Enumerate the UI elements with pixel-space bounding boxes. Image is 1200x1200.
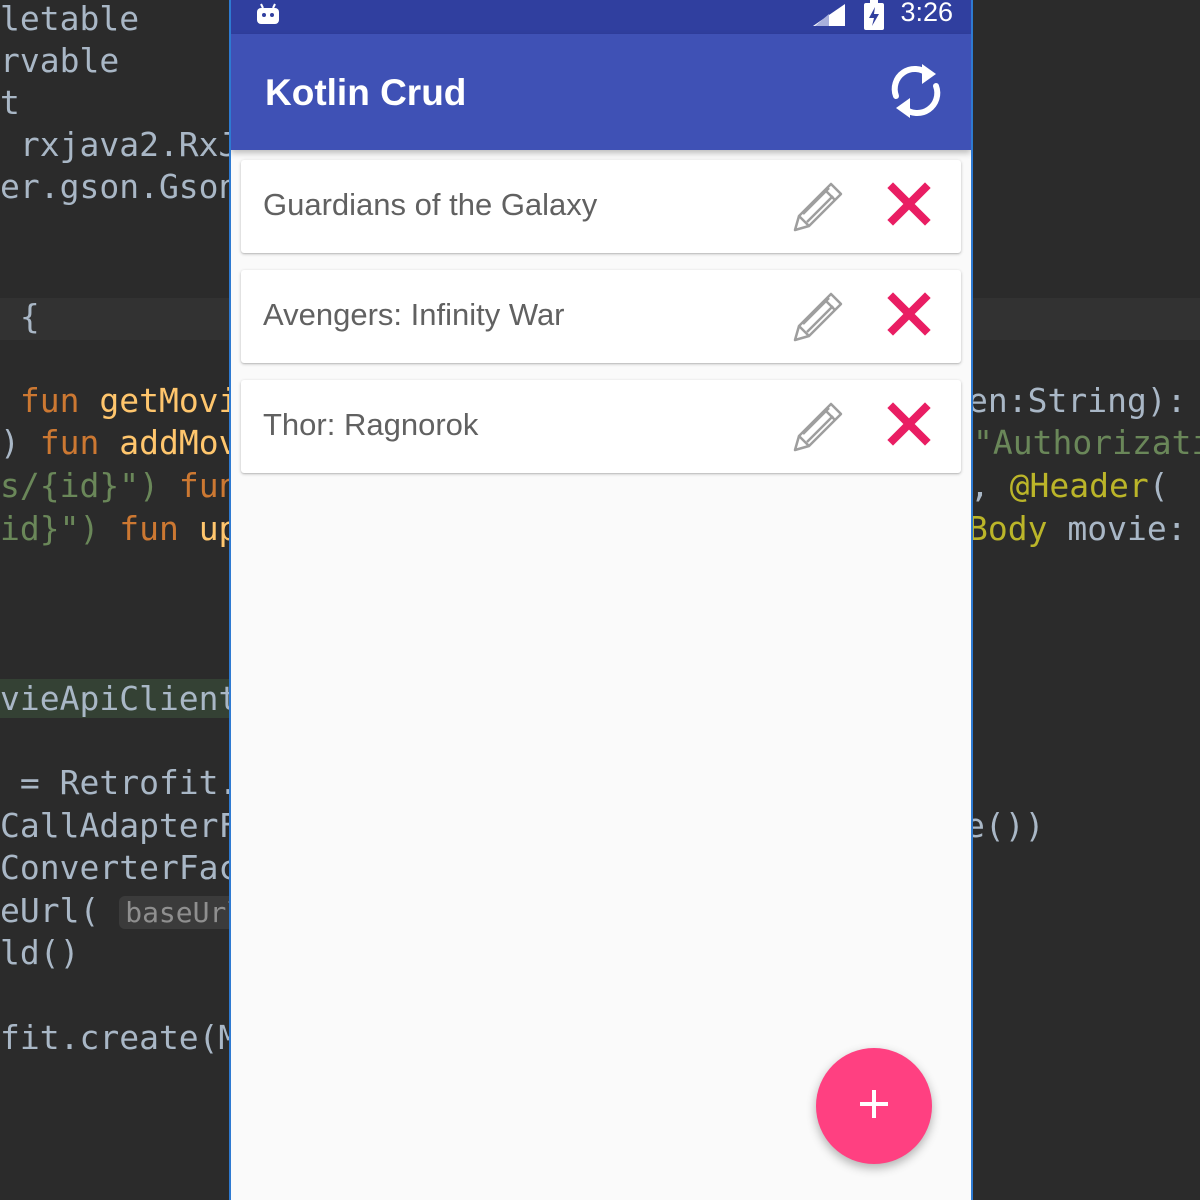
- code-token: er.gson.Gson: [0, 167, 239, 206]
- movie-card[interactable]: Avengers: Infinity War: [241, 270, 961, 363]
- edit-movie-button[interactable]: [787, 396, 849, 458]
- status-clock: 3:26: [900, 0, 953, 27]
- movie-title: Guardians of the Galaxy: [263, 187, 598, 222]
- code-line: letable: [0, 0, 139, 40]
- code-token: movie:: [1047, 509, 1187, 548]
- code-token: fun: [158, 466, 239, 505]
- code-line: ld(): [0, 932, 79, 974]
- code-line: s/{id}") fun: [0, 465, 238, 507]
- code-line: fit.create(M: [0, 1017, 238, 1059]
- code-line: Body movie:: [968, 508, 1187, 550]
- delete-movie-button[interactable]: [881, 288, 937, 344]
- movie-title: Thor: Ragnorok: [263, 407, 479, 442]
- code-line: ConverterFact: [0, 847, 258, 889]
- code-token: vieApiClient: [0, 679, 239, 718]
- code-token: "Authorizati: [973, 423, 1200, 462]
- movie-list: Guardians of the Galaxy Avengers: Infinit…: [241, 160, 961, 490]
- pencil-icon: [787, 182, 849, 242]
- code-token: @Header: [1009, 466, 1149, 505]
- code-token: {: [0, 297, 40, 336]
- code-token: t: [0, 83, 20, 122]
- code-token: ConverterFact: [0, 848, 259, 887]
- code-line: ) fun addMov: [0, 422, 238, 464]
- code-line: eUrl( baseUrl:: [0, 890, 267, 934]
- delete-movie-button[interactable]: [881, 398, 937, 454]
- code-line: {: [0, 296, 40, 338]
- delete-movie-button[interactable]: [881, 178, 937, 234]
- battery-charging-icon: [863, 0, 885, 35]
- code-token: fit.create(M: [0, 1018, 239, 1057]
- code-line: id}") fun up: [0, 508, 238, 550]
- close-icon: [887, 181, 931, 231]
- refresh-icon: [890, 62, 942, 125]
- code-token: Body: [968, 509, 1048, 548]
- code-token: (: [1148, 466, 1169, 505]
- code-token: rvable: [0, 41, 120, 80]
- code-token: letable: [0, 0, 140, 38]
- edit-movie-button[interactable]: [787, 176, 849, 238]
- edit-movie-button[interactable]: [787, 286, 849, 348]
- code-token: en:String):: [968, 381, 1200, 420]
- pencil-icon: [787, 402, 849, 462]
- phone-screen: 3:26 Kotlin Crud Guardians of the Galaxy…: [229, 0, 973, 1200]
- code-token: fun: [99, 509, 199, 548]
- code-line: CallAdapterFa: [0, 805, 258, 847]
- code-line: "Authorizati: [973, 422, 1200, 464]
- code-line: t, @Header(: [950, 465, 1169, 507]
- add-movie-button[interactable]: [816, 1048, 932, 1164]
- code-line: fun getMovi: [0, 380, 239, 422]
- code-line: en:String):: [968, 380, 1200, 422]
- code-token: s/{id}"): [0, 466, 159, 505]
- signal-icon: [811, 2, 847, 33]
- code-line: rxjava2.RxJa: [0, 124, 258, 166]
- code-token: e()): [965, 806, 1045, 845]
- plus-icon: [857, 1087, 891, 1126]
- code-line: = Retrofit.: [0, 762, 239, 804]
- movie-card[interactable]: Thor: Ragnorok: [241, 380, 961, 473]
- code-token: getMovi: [99, 381, 239, 420]
- code-token: CallAdapterFa: [0, 806, 259, 845]
- close-icon: [887, 401, 931, 451]
- movie-card[interactable]: Guardians of the Galaxy: [241, 160, 961, 253]
- code-line: vieApiClient: [0, 678, 239, 720]
- code-token: eUrl(: [0, 891, 120, 930]
- code-token: ): [0, 423, 40, 462]
- code-line: e()): [965, 805, 1044, 847]
- app-title: Kotlin Crud: [265, 72, 467, 113]
- code-token: addMov: [119, 423, 239, 462]
- code-token: = Retrofit.: [0, 763, 239, 802]
- code-token: rxjava2.RxJa: [0, 125, 259, 164]
- code-line: rvable: [0, 40, 119, 82]
- code-line: t: [0, 82, 20, 124]
- refresh-button[interactable]: [881, 58, 951, 128]
- android-notification-icon: [255, 2, 281, 31]
- close-icon: [887, 291, 931, 341]
- code-token: id}"): [0, 509, 100, 548]
- code-token: ld(): [0, 933, 80, 972]
- code-line: er.gson.Gson: [0, 166, 238, 208]
- pencil-icon: [787, 292, 849, 352]
- app-bar: Kotlin Crud: [231, 34, 971, 150]
- code-token: fun: [39, 423, 120, 462]
- status-bar: 3:26: [231, 0, 971, 34]
- movie-title: Avengers: Infinity War: [263, 297, 565, 332]
- code-token: fun: [0, 381, 100, 420]
